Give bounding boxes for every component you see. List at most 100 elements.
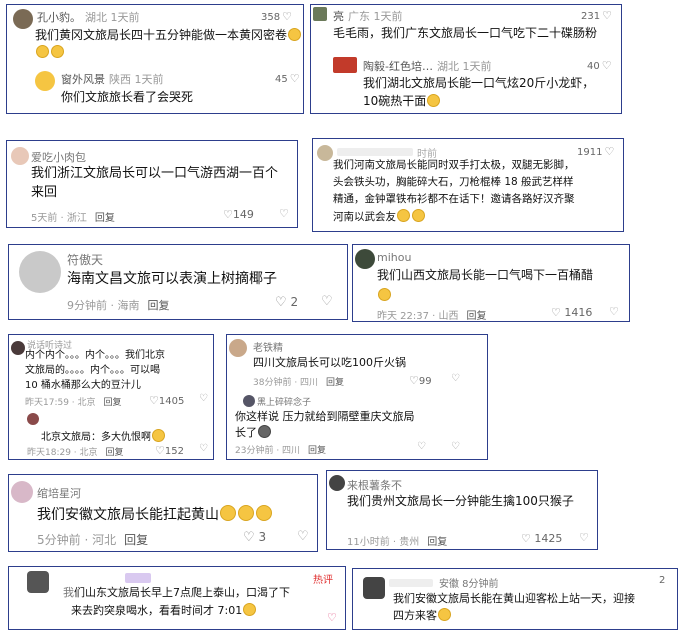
comment-card-sichuan: 老铁精 四川文旅局长可以吃100斤火锅 38分钟前 · 四川 回复 ♡99 ♡ 黑… [226, 334, 488, 460]
dislike-icon[interactable]: ♡ [451, 441, 460, 452]
emoji-icon [427, 94, 441, 107]
like-count[interactable]: 358 ♡ [261, 10, 292, 23]
comment-card-guizhou: 来根薯条不 我们贵州文旅局长一分钟能生擒100只猴子 11小时前 · 贵州 回复 … [326, 470, 598, 550]
heart-icon[interactable]: ♡ [551, 306, 561, 319]
comment-card-henan: 时前 1911 ♡ 我们河南文旅局长能同时双手打太极，双腿无影脚， 头会铁头功，胸… [312, 138, 624, 232]
reply-avatar[interactable] [333, 57, 357, 73]
comment-card-guangdong: 亮广东 1天前 231 ♡ 毛毛雨，我们广东文旅局长一口气吃下二十碟肠粉 陶毅-红… [310, 4, 622, 114]
heart-icon[interactable]: ♡ [223, 208, 233, 221]
username[interactable]: 来根薯条不 [347, 477, 402, 493]
avatar[interactable] [329, 475, 345, 491]
comment-text: 四川文旅局长可以吃100斤火锅 [253, 356, 406, 369]
reply-avatar[interactable] [35, 71, 55, 91]
like-count[interactable]: ♡ 2 [273, 295, 298, 310]
avatar[interactable] [313, 7, 327, 21]
avatar[interactable] [317, 145, 333, 161]
comment-text: 我们贵州文旅局长一分钟能生擒100只猴子 [347, 494, 574, 508]
dislike-icon[interactable]: ♡ [609, 305, 619, 318]
avatar[interactable] [11, 481, 33, 503]
reply-avatar[interactable] [27, 413, 39, 425]
heart-icon[interactable]: ♡ [290, 72, 300, 85]
dislike-icon[interactable]: ♡ [321, 294, 333, 309]
comment-text-line4: 河南以武会友 [333, 209, 426, 225]
dislike-icon[interactable]: ♡ [297, 529, 309, 544]
reply-username[interactable]: 窗外风景 陕西 1天前 [61, 71, 164, 87]
like-count[interactable]: ♡ 3 [241, 530, 266, 545]
emoji-icon [152, 429, 165, 442]
reply-like-count[interactable]: ♡152 [153, 444, 184, 457]
comment-text-line2: 头会铁头功，胸能碎大石，刀枪棍棒 18 般武艺样样 [333, 176, 574, 188]
reply-username[interactable]: 陶毅-红色培… 湖北 1天前 [363, 58, 491, 74]
reply-avatar[interactable] [243, 395, 255, 407]
avatar[interactable] [27, 571, 49, 593]
dislike-icon[interactable]: ♡ [451, 373, 460, 384]
heart-icon[interactable]: ♡ [243, 530, 255, 545]
like-count[interactable]: 2 [659, 575, 665, 586]
reply-button[interactable]: 回复 [124, 533, 148, 547]
comment-text: 我们黄冈文旅局长四十五分钟能做一本黄冈密卷 [35, 27, 303, 62]
avatar[interactable] [11, 341, 25, 355]
comment-card-huanggang: 孔小豹。 湖北 1天前 358 ♡ 我们黄冈文旅局长四十五分钟能做一本黄冈密卷 窗外… [6, 4, 304, 114]
heart-icon[interactable]: ♡ [282, 10, 292, 23]
heart-icon[interactable]: ♡ [327, 611, 337, 624]
heart-icon[interactable]: ♡ [602, 9, 612, 22]
reply-button[interactable]: 回复 [148, 299, 170, 312]
avatar[interactable] [19, 251, 61, 293]
reply-text-line2: 长了 [235, 425, 272, 441]
comment-text: 我们山西文旅局长能一口气喝下一百桶醋 [377, 268, 594, 282]
reply-like-count[interactable]: 45 ♡ [275, 72, 300, 85]
hot-comment-badge: 热评 [313, 575, 333, 586]
username[interactable]: 符傲天 [67, 251, 103, 268]
username[interactable]: 亮广东 1天前 [333, 8, 403, 24]
reply-username[interactable]: 黑上碎碎念子 [257, 395, 311, 408]
username[interactable]: mihou [377, 251, 411, 264]
avatar[interactable] [229, 339, 247, 357]
comment-text-line2: 来回 [31, 185, 58, 200]
reply-button[interactable]: 回复 [427, 537, 447, 548]
comment-card-hainan: 符傲天 海南文昌文旅可以表演上树摘椰子 9分钟前 · 海南 回复 ♡ 2 ♡ [8, 244, 348, 320]
heart-icon[interactable]: ♡ [602, 59, 612, 72]
username[interactable]: 安徽 8分钟前 [439, 575, 499, 590]
emoji-icon [51, 45, 64, 59]
like-count[interactable]: ♡ 1416 [549, 306, 592, 319]
dislike-icon[interactable]: ♡ [279, 207, 289, 220]
avatar[interactable] [355, 249, 375, 269]
heart-icon[interactable]: ♡ [149, 394, 159, 407]
heart-icon[interactable]: ♡ [275, 295, 287, 310]
heart-icon[interactable]: ♡ [604, 145, 614, 158]
reply-like-count[interactable]: 40 ♡ [587, 59, 612, 72]
comment-card-beijing: 说话听诗过 内个内个。。。内个。。。我们北京 文旅局的。。。。内个。。。可以喝 … [8, 334, 214, 460]
comment-card-shandong: 热评 我们山东文旅局长早上7点爬上泰山，口渴了下 来去趵突泉喝水，看看时间才 7… [8, 566, 346, 630]
like-count[interactable]: 231 ♡ [581, 9, 612, 22]
emoji-icon [397, 209, 410, 222]
avatar[interactable] [363, 577, 385, 599]
username[interactable]: 老铁精 [253, 339, 283, 354]
emoji-icon [288, 28, 302, 41]
like-count[interactable]: ♡1405 [147, 394, 184, 407]
timestamp: 38分钟前 · 四川 回复 [253, 378, 345, 388]
reply-button[interactable]: 回复 [106, 448, 124, 458]
username[interactable]: 绾培星河 [37, 485, 81, 501]
reply-button[interactable]: 回复 [326, 378, 344, 388]
reply-button[interactable]: 回复 [95, 213, 115, 224]
dislike-icon[interactable]: ♡ [199, 393, 208, 404]
heart-icon[interactable]: ♡ [417, 441, 426, 452]
like-count[interactable]: ♡ 1425 [519, 532, 562, 545]
emoji-icon [243, 603, 257, 616]
heart-icon[interactable]: ♡ [409, 374, 419, 387]
reply-text-line1: 你这样说 压力就给到隔壁重庆文旅局 [235, 410, 415, 423]
dislike-icon[interactable]: ♡ [199, 443, 208, 454]
username[interactable]: 孔小豹。 湖北 1天前 [37, 9, 140, 25]
reply-button[interactable]: 回复 [104, 398, 122, 408]
username[interactable]: 爱吃小肉包 [31, 149, 86, 165]
reply-button[interactable]: 回复 [308, 446, 326, 456]
like-count[interactable]: 1911 ♡ [577, 145, 614, 158]
like-count[interactable]: ♡99 [407, 374, 432, 387]
heart-icon[interactable]: ♡ [521, 532, 531, 545]
avatar[interactable] [11, 147, 29, 165]
reply-button[interactable]: 回复 [467, 311, 487, 321]
like-count[interactable]: ♡149 [221, 208, 254, 221]
heart-icon[interactable]: ♡ [155, 444, 165, 457]
avatar[interactable] [13, 9, 33, 29]
dislike-icon[interactable]: ♡ [579, 531, 589, 544]
